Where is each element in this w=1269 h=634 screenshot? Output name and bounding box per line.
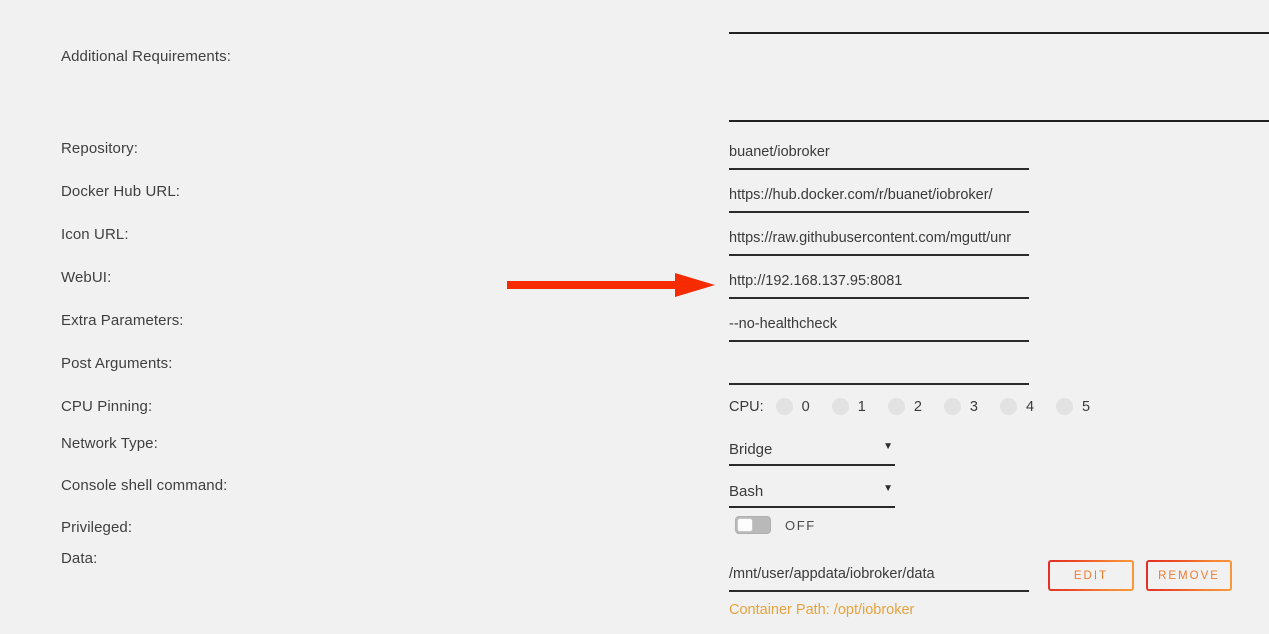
post-arguments-input[interactable]	[729, 355, 1029, 385]
cpu-option-0[interactable]: 0	[775, 398, 810, 415]
label-data: Data:	[61, 550, 98, 567]
cpu-core-label-3: 3	[969, 398, 978, 415]
label-icon-url: Icon URL:	[61, 226, 129, 243]
cpu-pinning-prefix-label: CPU:	[729, 398, 764, 415]
extra-parameters-input[interactable]	[729, 312, 1029, 342]
label-repository: Repository:	[61, 140, 138, 157]
toggle-knob	[737, 518, 753, 532]
webui-input[interactable]	[729, 269, 1029, 299]
cpu-radio-0-icon[interactable]	[775, 398, 793, 415]
console-shell-select-wrapper[interactable]: Bash ▼	[729, 478, 895, 508]
label-post-arguments: Post Arguments:	[61, 355, 173, 372]
network-type-select-wrapper[interactable]: Bridge ▼	[729, 436, 895, 466]
extra-requirements-textarea[interactable]	[729, 88, 1269, 122]
privileged-toggle-row: OFF	[735, 516, 816, 534]
icon-url-input[interactable]	[729, 226, 1029, 256]
cpu-radio-5-icon[interactable]	[1056, 398, 1074, 415]
data-path-input[interactable]	[729, 562, 1029, 592]
cpu-option-3[interactable]: 3	[943, 398, 978, 415]
cpu-core-label-4: 4	[1025, 398, 1035, 415]
container-settings-form: Additional Requirements: Repository: Doc…	[0, 0, 1269, 634]
cpu-core-label-5: 5	[1082, 398, 1091, 415]
icon-url-field	[729, 226, 1029, 256]
cpu-core-label-0: 0	[801, 398, 810, 415]
label-docker-hub-url: Docker Hub URL:	[61, 183, 181, 200]
edit-button[interactable]: EDIT	[1048, 560, 1134, 591]
cpu-option-2[interactable]: 2	[887, 398, 922, 415]
network-type-select[interactable]: Bridge	[729, 436, 895, 462]
cpu-radio-2-icon[interactable]	[887, 398, 905, 415]
label-extra-parameters: Extra Parameters:	[61, 312, 184, 329]
cpu-option-5[interactable]: 5	[1056, 398, 1090, 415]
cpu-core-label-2: 2	[913, 398, 922, 415]
data-path-field	[729, 562, 1029, 592]
extra-requirements-field	[729, 88, 1269, 122]
docker-hub-url-field	[729, 183, 1029, 213]
label-network-type: Network Type:	[61, 435, 158, 452]
docker-hub-url-input[interactable]	[729, 183, 1029, 213]
webui-field	[729, 269, 1029, 299]
privileged-toggle[interactable]	[735, 516, 771, 534]
extra-parameters-field	[729, 312, 1029, 342]
label-webui: WebUI:	[61, 269, 112, 286]
cpu-option-1[interactable]: 1	[831, 398, 866, 415]
repository-field	[729, 140, 1029, 170]
cpu-core-label-1: 1	[857, 398, 866, 415]
cpu-radio-1-icon[interactable]	[831, 398, 849, 415]
container-path-text: Container Path: /opt/iobroker	[729, 602, 915, 618]
additional-requirements-textarea[interactable]	[729, 0, 1269, 34]
cpu-radio-4-icon[interactable]	[999, 398, 1017, 415]
console-shell-select[interactable]: Bash	[729, 478, 895, 504]
label-privileged: Privileged:	[61, 519, 133, 536]
post-arguments-field	[729, 355, 1029, 385]
label-additional-requirements: Additional Requirements:	[61, 48, 231, 65]
cpu-radio-3-icon[interactable]	[943, 398, 961, 415]
cpu-option-4[interactable]: 4	[999, 398, 1035, 415]
privileged-state-label: OFF	[785, 517, 816, 533]
additional-requirements-field	[729, 0, 1269, 34]
annotation-arrow-icon	[507, 273, 715, 297]
remove-button[interactable]: REMOVE	[1146, 560, 1232, 591]
label-console-shell-command: Console shell command:	[61, 477, 228, 494]
cpu-pinning-row: CPU: 0 1 2 3 4 5	[729, 398, 1112, 415]
repository-input[interactable]	[729, 140, 1029, 170]
label-cpu-pinning: CPU Pinning:	[61, 398, 153, 415]
